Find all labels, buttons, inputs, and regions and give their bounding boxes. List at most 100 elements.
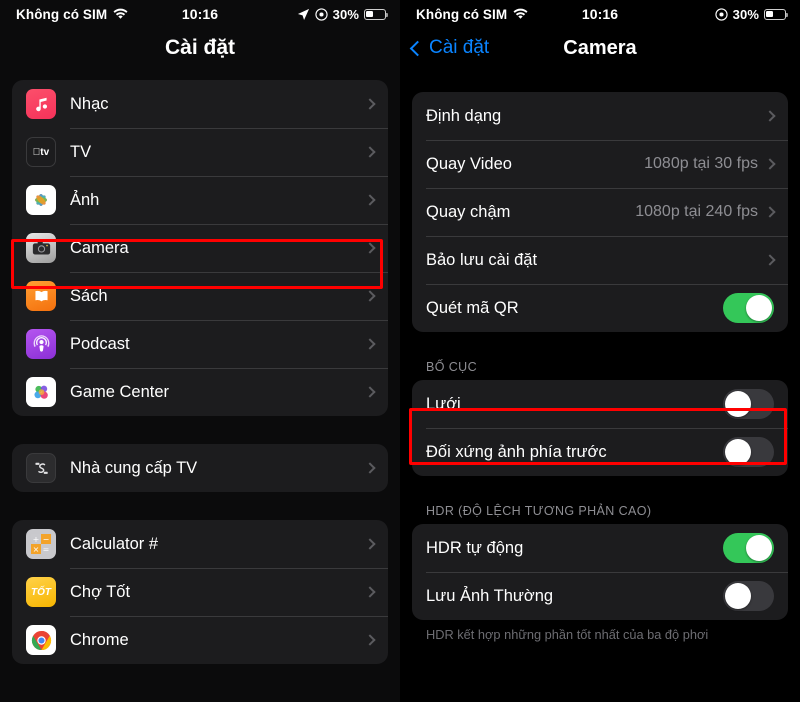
chevron-right-icon: [764, 158, 776, 170]
game-center-app-icon: [26, 377, 56, 407]
settings-group-tv-provider: Nhà cung cấp TV: [12, 444, 388, 492]
status-left-group: Không có SIM: [416, 7, 528, 22]
row-luu-anh-thuong[interactable]: Lưu Ảnh Thường: [412, 572, 788, 620]
sidebar-item-anh[interactable]: Ảnh: [12, 176, 388, 224]
section-header-hdr: HDR (ĐỘ LỆCH TƯƠNG PHẢN CAO): [426, 504, 652, 518]
row-label: Nhạc: [70, 94, 109, 113]
camera-settings-list[interactable]: Định dạng Quay Video 1080p tại 30 fps Qu…: [400, 68, 800, 643]
svg-text:×: ×: [33, 545, 40, 554]
row-doi-xung-anh-phia-truoc[interactable]: Đối xứng ảnh phía trước: [412, 428, 788, 476]
battery-percent: 30%: [732, 6, 759, 22]
sidebar-item-chrome[interactable]: Chrome: [12, 616, 388, 664]
camera-group-layout: Lưới Đối xứng ảnh phía trước: [412, 380, 788, 476]
calculator-app-icon: + − × =: [26, 529, 56, 559]
sidebar-item-sach[interactable]: Sách: [12, 272, 388, 320]
battery-percent: 30%: [332, 6, 359, 22]
section-header-bo-cuc: BỐ CỤC: [426, 360, 478, 374]
status-right-group: 30%: [715, 6, 789, 22]
chevron-right-icon: [764, 254, 776, 266]
toggle-hdr-tu-dong[interactable]: [723, 533, 774, 563]
svg-text:=: =: [43, 545, 50, 554]
chevron-right-icon: [364, 634, 376, 646]
row-quay-cham[interactable]: Quay chậm 1080p tại 240 fps: [412, 188, 788, 236]
row-dinh-dang[interactable]: Định dạng: [412, 92, 788, 140]
chevron-right-icon: [364, 290, 376, 302]
apple-tv-app-icon: tv: [26, 137, 56, 167]
wifi-icon: [113, 8, 128, 19]
row-bao-luu-cai-dat[interactable]: Bảo lưu cài đặt: [412, 236, 788, 284]
settings-group-apps: Nhạc tv TV: [12, 80, 388, 416]
row-label: TV: [70, 142, 92, 161]
row-label: Lưới: [426, 394, 461, 413]
sidebar-item-calculator[interactable]: + − × = Calculator #: [12, 520, 388, 568]
battery-icon: [764, 8, 789, 20]
row-label: Định dạng: [426, 106, 502, 125]
right-phone-screen: Không có SIM 10:16 30% Cài đặt Camera Đị…: [400, 0, 800, 702]
tv-provider-icon: [26, 453, 56, 483]
page-title: Cài đặt: [164, 36, 235, 59]
settings-group-third-party: + − × = Calculator # TỐT Chợ Tốt Chrome: [12, 520, 388, 664]
chevron-right-icon: [364, 586, 376, 598]
row-label: Chợ Tốt: [70, 582, 131, 601]
chotot-app-icon: TỐT: [26, 577, 56, 607]
dual-phone-screenshot: Không có SIM 10:16 30% Cài đặt Nhạc tv T…: [0, 0, 800, 702]
row-label: Đối xứng ảnh phía trước: [426, 442, 607, 461]
carrier-label: Không có SIM: [416, 6, 508, 22]
chrome-app-icon: [26, 625, 56, 655]
status-right-group: 30%: [297, 6, 389, 22]
podcasts-app-icon: [26, 329, 56, 359]
sidebar-item-tv[interactable]: tv TV: [12, 128, 388, 176]
settings-list[interactable]: Nhạc tv TV: [0, 68, 400, 664]
sidebar-item-podcast[interactable]: Podcast: [12, 320, 388, 368]
sidebar-item-nha-cung-cap-tv[interactable]: Nhà cung cấp TV: [12, 444, 388, 492]
left-phone-screen: Không có SIM 10:16 30% Cài đặt Nhạc tv T…: [0, 0, 400, 702]
row-label: Bảo lưu cài đặt: [426, 250, 538, 269]
toggle-doi-xung-anh-phia-truoc[interactable]: [723, 437, 774, 467]
chevron-right-icon: [764, 110, 776, 122]
chevron-right-icon: [364, 462, 376, 474]
status-bar-left: Không có SIM 10:16 30%: [0, 0, 400, 28]
toggle-quet-ma-qr[interactable]: [723, 293, 774, 323]
sidebar-item-camera[interactable]: Camera: [12, 224, 388, 272]
sidebar-item-nhac[interactable]: Nhạc: [12, 80, 388, 128]
back-button[interactable]: Cài đặt: [409, 37, 490, 59]
row-quet-ma-qr[interactable]: Quét mã QR: [412, 284, 788, 332]
row-label: Calculator #: [70, 534, 159, 553]
toggle-luoi[interactable]: [723, 389, 774, 419]
row-label: Camera: [70, 238, 129, 257]
chevron-right-icon: [364, 242, 376, 254]
do-not-disturb-icon: [315, 7, 328, 21]
status-left-group: Không có SIM: [16, 7, 128, 22]
nav-bar-right: Cài đặt Camera: [400, 28, 800, 68]
back-label: Cài đặt: [429, 37, 490, 58]
status-bar-right: Không có SIM 10:16 30%: [400, 0, 800, 28]
photos-app-icon: [26, 185, 56, 215]
row-label: Lưu Ảnh Thường: [426, 586, 554, 605]
chevron-right-icon: [364, 146, 376, 158]
chevron-right-icon: [364, 538, 376, 550]
row-quay-video[interactable]: Quay Video 1080p tại 30 fps: [412, 140, 788, 188]
toggle-luu-anh-thuong[interactable]: [723, 581, 774, 611]
nav-bar-left: Cài đặt: [0, 28, 400, 68]
row-label: Game Center: [70, 382, 170, 401]
row-hdr-tu-dong[interactable]: HDR tự động: [412, 524, 788, 572]
row-luoi[interactable]: Lưới: [412, 380, 788, 428]
sidebar-item-game-center[interactable]: Game Center: [12, 368, 388, 416]
battery-icon: [364, 8, 389, 20]
books-app-icon: [26, 281, 56, 311]
chevron-right-icon: [364, 386, 376, 398]
row-label: Quay Video: [426, 154, 512, 173]
row-label: Chrome: [70, 630, 129, 649]
do-not-disturb-icon: [715, 7, 728, 21]
svg-text:+: +: [33, 535, 40, 544]
sidebar-item-cho-tot[interactable]: TỐT Chợ Tốt: [12, 568, 388, 616]
music-app-icon: [26, 89, 56, 119]
chevron-left-icon: [409, 40, 426, 56]
location-arrow-icon: [297, 8, 309, 20]
row-label: Quay chậm: [426, 202, 511, 221]
row-label: Quét mã QR: [426, 298, 519, 317]
camera-group-capture: Định dạng Quay Video 1080p tại 30 fps Qu…: [412, 92, 788, 332]
row-label: Podcast: [70, 334, 130, 353]
row-label: Nhà cung cấp TV: [70, 458, 198, 477]
row-value: 1080p tại 30 fps: [644, 155, 758, 172]
